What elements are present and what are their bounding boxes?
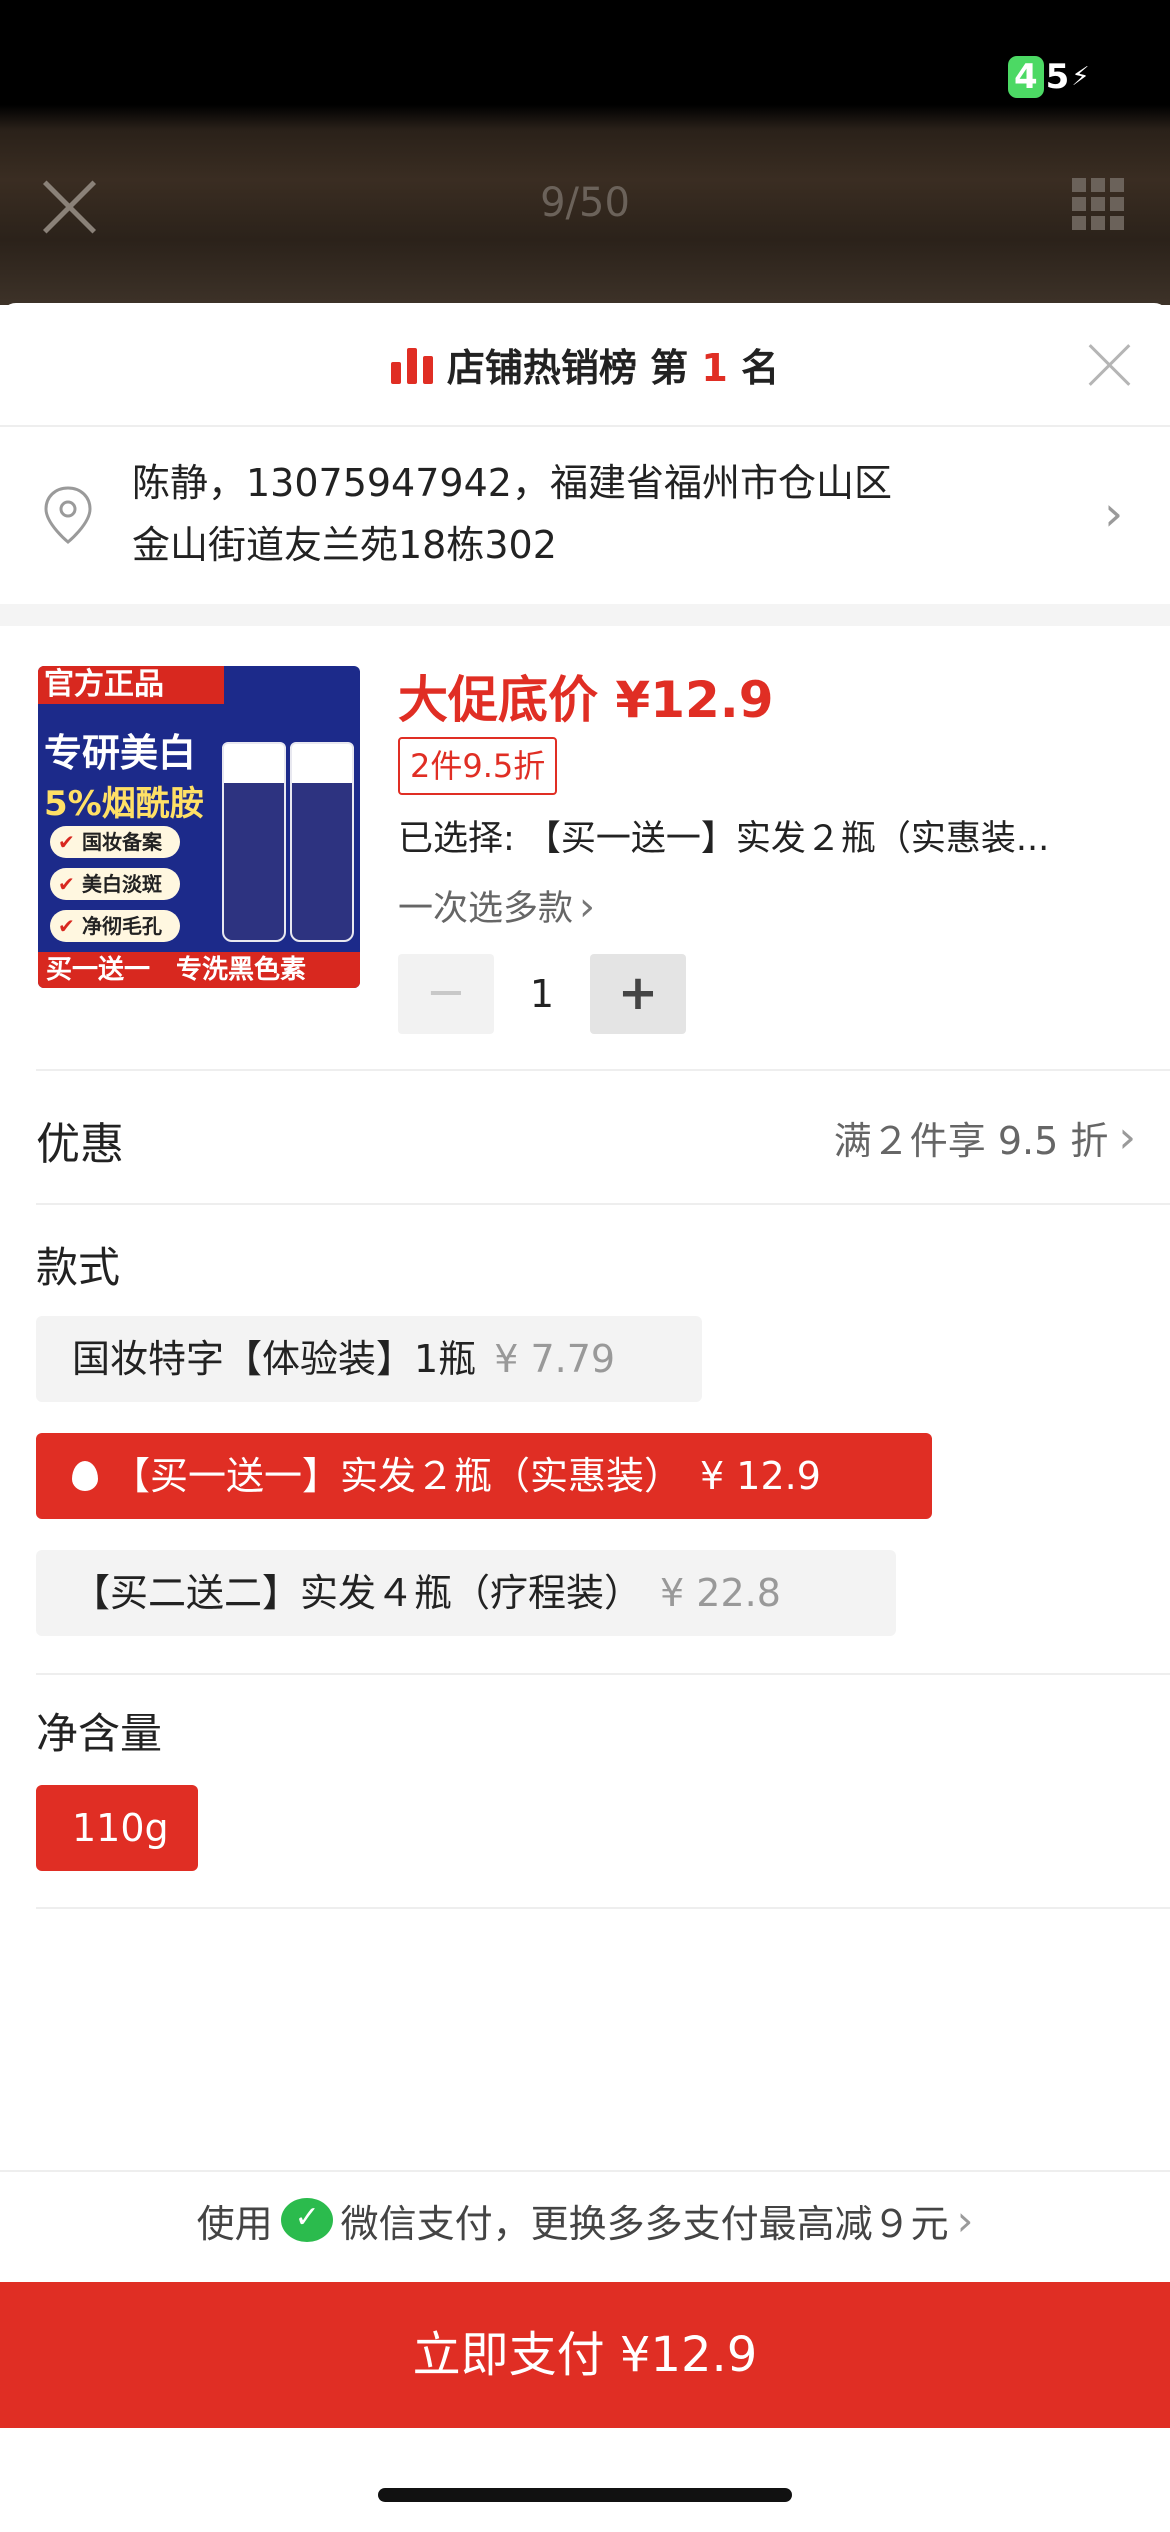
- style-option[interactable]: 【买二送二】实发４瓶（疗程装） ¥ 22.8: [36, 1550, 896, 1636]
- style-option-price: ¥ 7.79: [494, 1337, 616, 1381]
- style-option-name: 【买一送一】实发２瓶（实惠装）: [112, 1454, 683, 1498]
- product-image-chip: 国妆备案: [50, 826, 180, 858]
- product-image-footer-right: 专洗黑色素: [176, 955, 307, 985]
- payment-method-hint[interactable]: 使用 微信支付，更换多多支付最高减９元 ›: [0, 2170, 1170, 2270]
- divider: [0, 425, 1170, 427]
- battery-level-lead: 4: [1008, 56, 1044, 98]
- rank-prefix: 店铺热销榜 第: [446, 345, 702, 390]
- location-pin-icon: [44, 486, 92, 544]
- photo-viewer-background: [0, 0, 1170, 305]
- address-line-1: 陈静，13075947942，福建省福州市仓山区: [132, 461, 892, 505]
- image-counter: 9/50: [540, 180, 630, 226]
- net-content-option-selected[interactable]: 110g: [36, 1785, 198, 1871]
- grid-icon[interactable]: [1072, 178, 1124, 230]
- shipping-address[interactable]: 陈静，13075947942，福建省福州市仓山区 金山街道友兰苑18栋302: [132, 452, 1012, 576]
- rank-icon: [390, 344, 433, 384]
- divider: [36, 1673, 1170, 1675]
- home-indicator[interactable]: [378, 2488, 792, 2502]
- promotion-label: 优惠: [36, 1119, 124, 1170]
- address-line-2: 金山街道友兰苑18栋302: [132, 523, 557, 567]
- chevron-right-icon: ›: [579, 884, 596, 930]
- promo-price: 大促底价 ¥12.9: [398, 671, 774, 729]
- multi-select-link[interactable]: 一次选多款 ›: [398, 880, 595, 931]
- quantity-value[interactable]: 1: [494, 954, 590, 1034]
- product-image-chip: 净彻毛孔: [50, 910, 180, 942]
- rank-suffix: 名: [727, 345, 780, 390]
- rank-number: 1: [701, 345, 728, 390]
- product-image-ingredient: 5%烟酰胺: [44, 784, 204, 824]
- product-image-footer-left: 买一送一: [46, 955, 151, 985]
- product-image[interactable]: 官方正品 专研美白 5%烟酰胺 国妆备案 美白淡斑 净彻毛孔 买一送一 专洗黑色…: [38, 666, 360, 988]
- discount-badge: 2件9.5折: [398, 737, 558, 795]
- product-image-footer: 买一送一 专洗黑色素: [38, 952, 360, 988]
- pay-hint-suffix: 微信支付，更换多多支付最高减９元: [340, 2201, 949, 2246]
- product-tube: [222, 742, 286, 942]
- promotion-detail-link[interactable]: 满２件享 9.5 折 ›: [834, 1110, 1136, 1165]
- battery-indicator: 4 5 ⚡: [1008, 56, 1090, 98]
- style-option-price: ¥ 12.9: [700, 1454, 821, 1498]
- pay-hint-prefix: 使用: [196, 2201, 273, 2246]
- net-content-label: 净含量: [36, 1709, 163, 1758]
- sheet-close-icon[interactable]: [1088, 343, 1132, 387]
- chevron-right-icon: ›: [956, 2195, 974, 2245]
- product-tube: [290, 742, 354, 942]
- style-option-price: ¥ 22.8: [660, 1571, 781, 1615]
- style-option[interactable]: 国妆特字【体验装】1瓶 ¥ 7.79: [36, 1316, 702, 1402]
- product-image-headline: 专研美白: [44, 731, 197, 775]
- product-image-chip: 美白淡斑: [50, 868, 180, 900]
- quantity-decrement-button[interactable]: −: [398, 954, 494, 1034]
- product-image-badge: 官方正品: [38, 666, 224, 704]
- wechat-pay-icon: [280, 2198, 333, 2242]
- style-option-selected[interactable]: 【买一送一】实发２瓶（实惠装） ¥ 12.9: [36, 1433, 932, 1519]
- divider: [36, 1069, 1170, 1071]
- style-label: 款式: [36, 1243, 121, 1292]
- multi-select-label: 一次选多款: [398, 889, 574, 929]
- divider: [36, 1203, 1170, 1205]
- quantity-increment-button[interactable]: +: [590, 954, 686, 1034]
- style-option-name: 国妆特字【体验装】1瓶: [72, 1337, 477, 1381]
- style-option-name: 【买二送二】实发４瓶（疗程装）: [72, 1571, 643, 1615]
- battery-level-rest: 5: [1045, 57, 1070, 97]
- chevron-right-icon[interactable]: ›: [1104, 486, 1123, 542]
- chevron-right-icon: ›: [1118, 1112, 1136, 1163]
- rank-label: 店铺热销榜 第 1 名: [447, 337, 779, 392]
- promotion-value: 满２件享 9.5 折: [833, 1119, 1109, 1163]
- charging-bolt-icon: ⚡: [1071, 62, 1090, 92]
- pay-now-button[interactable]: 立即支付 ¥12.9: [0, 2282, 1170, 2428]
- section-separator: [0, 604, 1170, 626]
- flame-icon: [72, 1461, 98, 1491]
- selected-variant-text: 已选择: 【买一送一】实发２瓶（实惠装...: [398, 819, 1050, 859]
- viewer-close-icon[interactable]: [40, 178, 98, 236]
- divider: [36, 1907, 1170, 1909]
- store-rank-banner[interactable]: 店铺热销榜 第 1 名: [0, 303, 1170, 425]
